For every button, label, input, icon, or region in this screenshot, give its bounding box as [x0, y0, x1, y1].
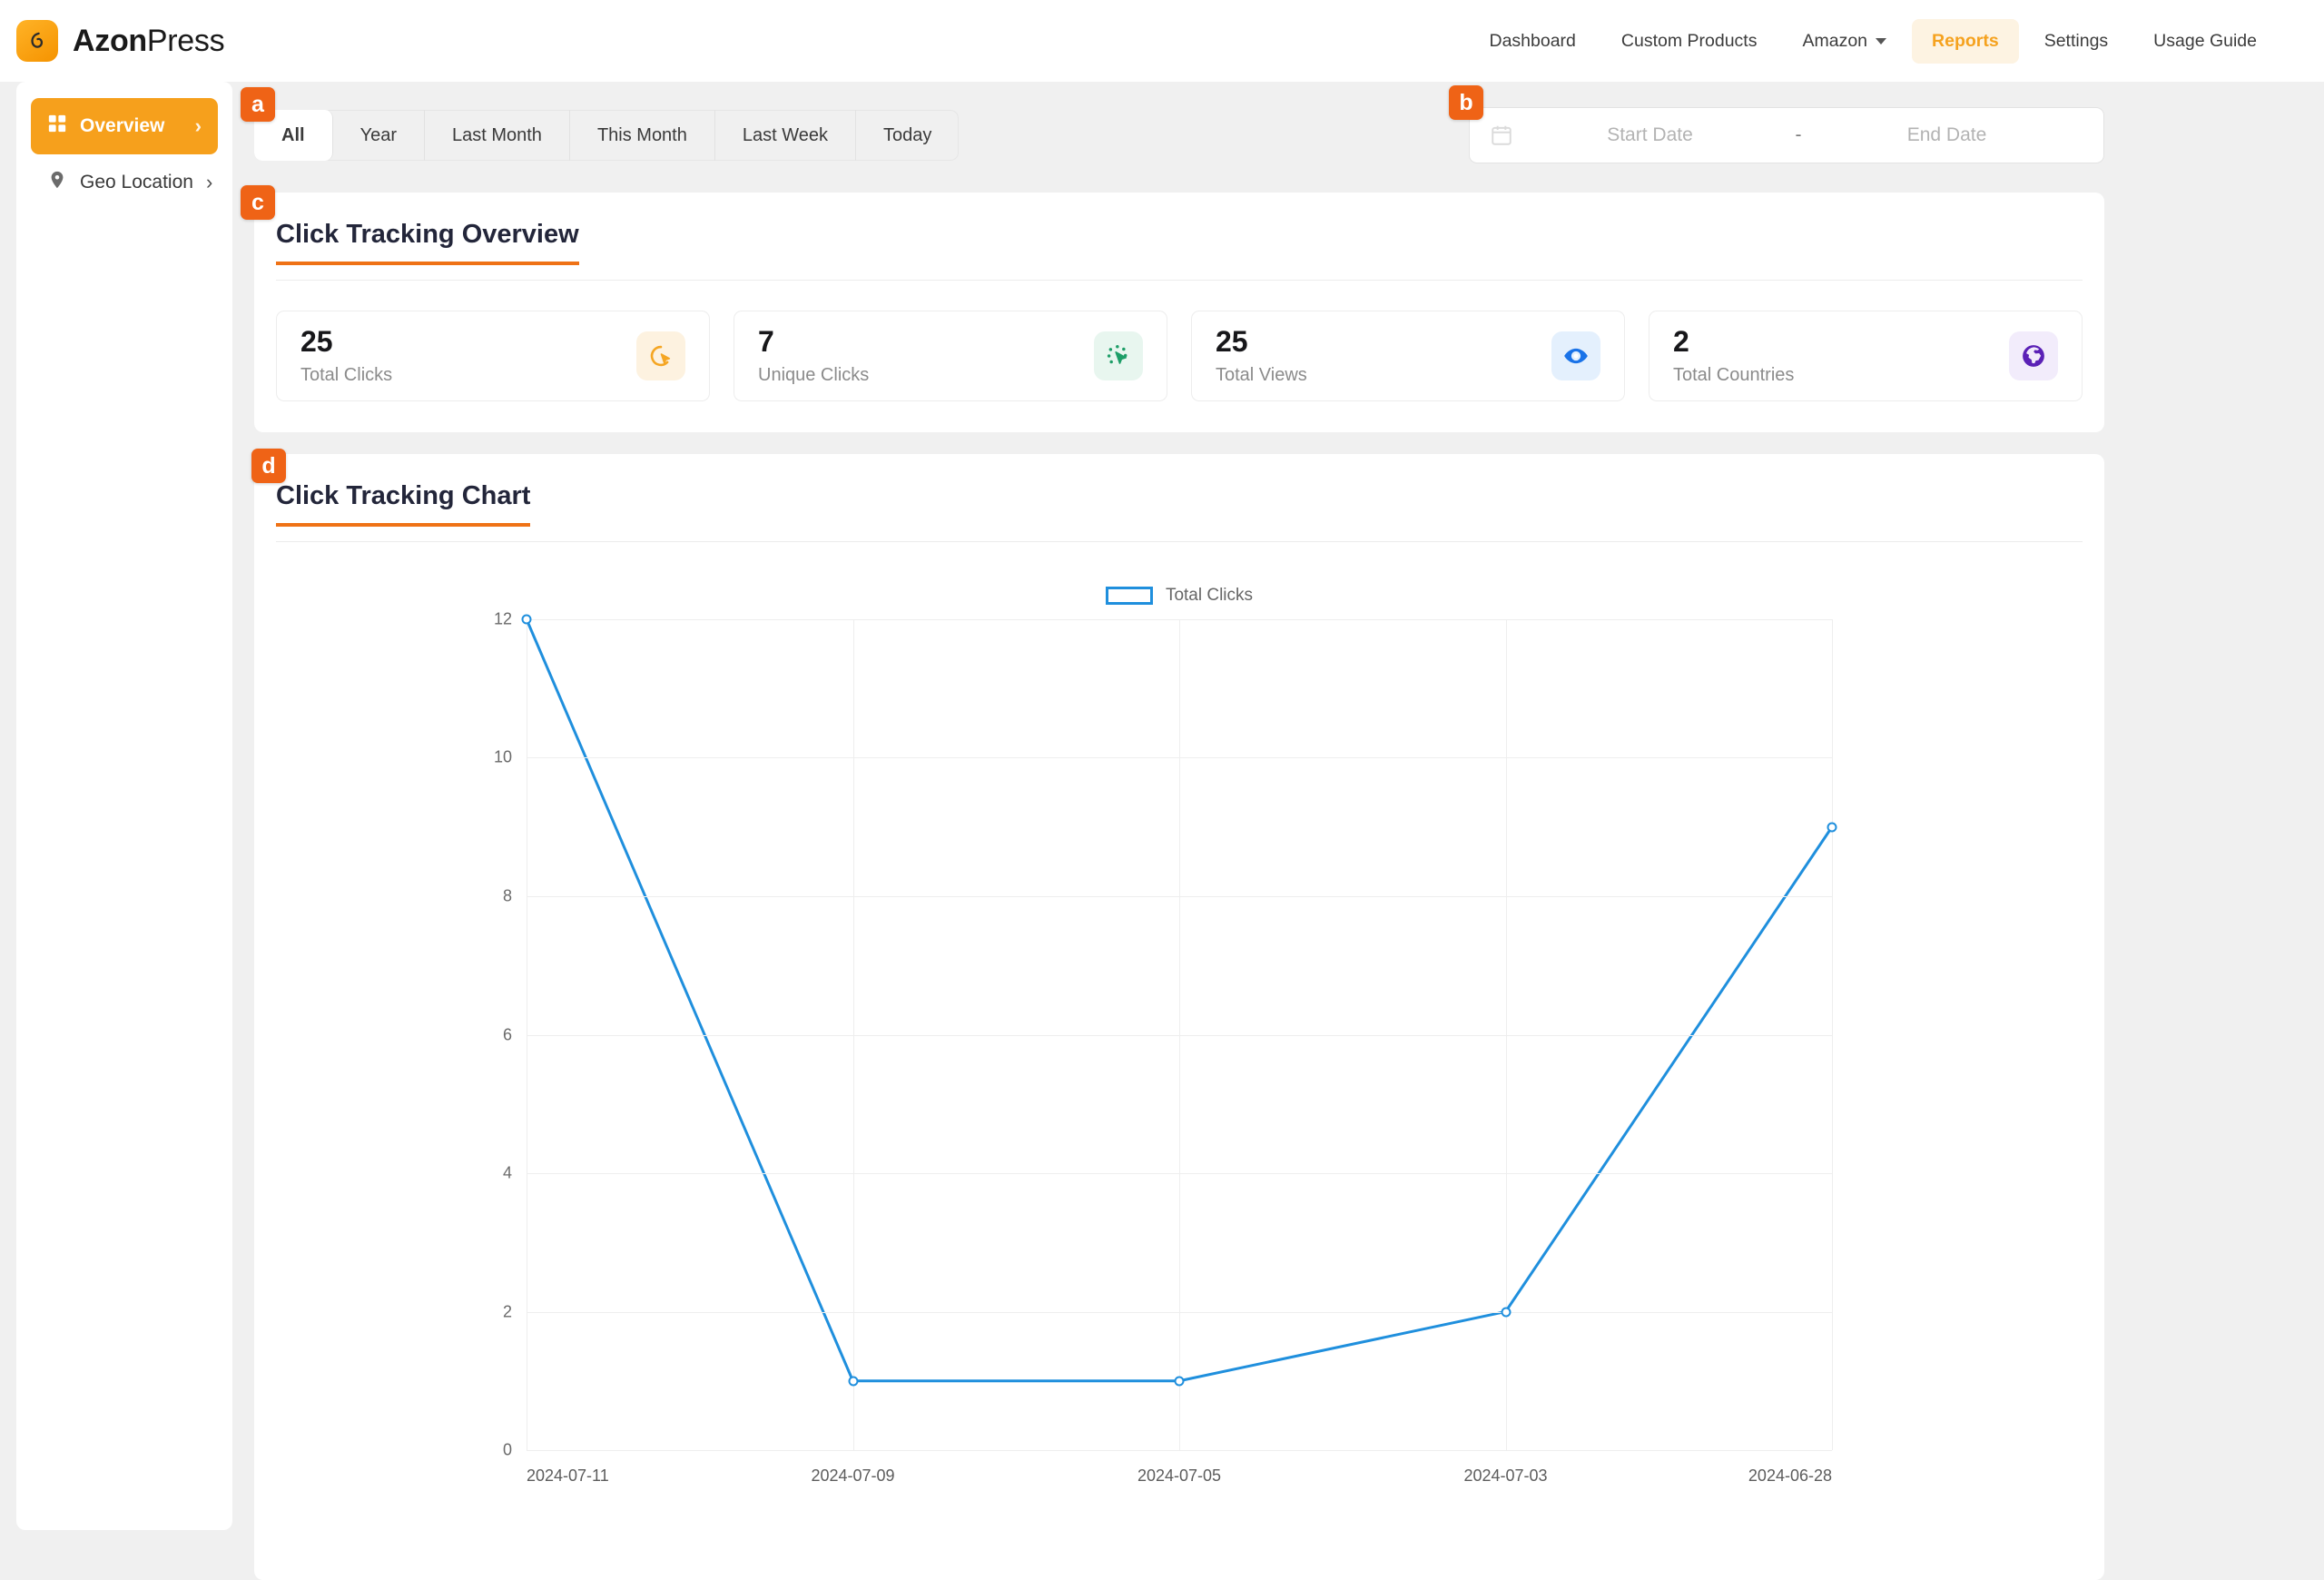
chevron-right-icon: ›: [206, 171, 212, 194]
brand: AzonPress: [16, 20, 224, 62]
divider: [276, 280, 2083, 281]
sidebar-item-label: Overview: [80, 115, 164, 137]
brand-name-light: Press: [147, 24, 224, 58]
stat-card-text: 2 Total Countries: [1673, 326, 1794, 385]
nav-item-settings[interactable]: Settings: [2024, 19, 2128, 64]
nav-label: Usage Guide: [2153, 31, 2257, 52]
filter-tab-last-week[interactable]: Last Week: [715, 110, 856, 161]
sidebar: Overview › Geo Location ›: [16, 82, 232, 1530]
chart-y-axis-tick: 4: [503, 1163, 512, 1182]
filter-tab-last-month[interactable]: Last Month: [425, 110, 570, 161]
marker-badge-c: c: [241, 185, 275, 220]
sidebar-item-label: Geo Location: [80, 172, 193, 193]
sidebar-item-geo-location[interactable]: Geo Location ›: [31, 154, 218, 211]
marker-badge-a: a: [241, 87, 275, 122]
chart-gridline-horizontal: [527, 1450, 1832, 1451]
marker-badge-d: d: [251, 449, 286, 483]
start-date-input[interactable]: Start Date: [1513, 124, 1787, 146]
chart-data-point[interactable]: [1175, 1376, 1185, 1386]
nav-item-dashboard[interactable]: Dashboard: [1470, 19, 1596, 64]
chart-data-point[interactable]: [1827, 822, 1837, 832]
chart-x-axis-tick: 2024-07-11: [527, 1466, 609, 1486]
overview-panel-title: Click Tracking Overview: [276, 220, 579, 265]
filter-tab-year[interactable]: Year: [333, 110, 425, 161]
nav-item-amazon[interactable]: Amazon: [1782, 19, 1906, 64]
marker-badge-b: b: [1449, 85, 1483, 120]
chart-panel-title: Click Tracking Chart: [276, 481, 530, 527]
brand-name: AzonPress: [73, 24, 224, 59]
stat-label: Unique Clicks: [758, 365, 869, 386]
nav-label: Dashboard: [1490, 31, 1576, 52]
click-tracking-chart-panel: Click Tracking Chart Total Clicks 024681…: [254, 454, 2104, 1580]
chart-data-point[interactable]: [848, 1376, 858, 1386]
unique-click-icon: [1094, 331, 1143, 380]
legend-swatch-total-clicks[interactable]: [1106, 587, 1153, 605]
stat-card-total-countries: 2 Total Countries: [1649, 311, 2083, 401]
stat-card-total-views: 25 Total Views: [1191, 311, 1625, 401]
chart-data-point[interactable]: [522, 615, 532, 625]
eye-icon: [1551, 331, 1600, 380]
map-pin-icon: [47, 170, 67, 195]
grid-icon: [47, 114, 67, 139]
stat-label: Total Clicks: [300, 365, 392, 386]
globe-icon: [2009, 331, 2058, 380]
nav-label: Amazon: [1802, 31, 1867, 52]
chart-x-axis-tick: 2024-07-05: [1137, 1466, 1221, 1486]
stat-card-text: 25 Total Clicks: [300, 326, 392, 385]
stat-card-total-clicks: 25 Total Clicks: [276, 311, 710, 401]
chart-x-axis-tick: 2024-07-03: [1463, 1466, 1547, 1486]
click-tracking-overview-panel: Click Tracking Overview 25 Total Clicks …: [254, 193, 2104, 432]
nav-item-usage-guide[interactable]: Usage Guide: [2133, 19, 2277, 64]
top-bar: AzonPress Dashboard Custom Products Amaz…: [0, 0, 2324, 82]
nav-label: Reports: [1932, 31, 1999, 52]
chart-y-axis-tick: 12: [494, 610, 512, 629]
nav-label: Custom Products: [1621, 31, 1758, 52]
chart-gridline-vertical: [1179, 619, 1180, 1450]
azonpress-logo-icon: [16, 20, 58, 62]
sidebar-item-overview[interactable]: Overview ›: [31, 98, 218, 154]
stat-value: 2: [1673, 326, 1794, 358]
date-range-separator: -: [1787, 124, 1810, 146]
time-filter-tabs: All Year Last Month This Month Last Week…: [254, 110, 959, 161]
date-range-picker[interactable]: Start Date - End Date: [1469, 107, 2104, 163]
nav-item-reports[interactable]: Reports: [1912, 19, 2019, 64]
stat-value: 7: [758, 326, 869, 358]
chevron-down-icon: [1876, 38, 1886, 44]
stat-label: Total Views: [1216, 365, 1307, 386]
nav-label: Settings: [2044, 31, 2108, 52]
stat-label: Total Countries: [1673, 365, 1794, 386]
chart-y-axis-tick: 0: [503, 1441, 512, 1460]
chart-plot-area: 0246810122024-07-112024-07-092024-07-052…: [527, 619, 1832, 1450]
legend-label-total-clicks: Total Clicks: [1166, 586, 1253, 606]
chart-y-axis-tick: 6: [503, 1025, 512, 1044]
stat-value: 25: [1216, 326, 1307, 358]
divider: [276, 541, 2083, 542]
chart-gridline-vertical: [853, 619, 854, 1450]
stat-value: 25: [300, 326, 392, 358]
chart-y-axis-tick: 8: [503, 886, 512, 905]
click-tracking-chart: Total Clicks 0246810122024-07-112024-07-…: [254, 563, 2104, 1562]
chart-x-axis-tick: 2024-07-09: [811, 1466, 894, 1486]
main-nav: Dashboard Custom Products Amazon Reports…: [1470, 19, 2278, 64]
stat-cards: 25 Total Clicks 7 Unique Clicks: [276, 311, 2083, 401]
chart-data-point[interactable]: [1501, 1307, 1511, 1317]
click-cursor-icon: [636, 331, 685, 380]
stat-card-text: 7 Unique Clicks: [758, 326, 869, 385]
nav-item-custom-products[interactable]: Custom Products: [1601, 19, 1777, 64]
stat-card-unique-clicks: 7 Unique Clicks: [734, 311, 1167, 401]
chevron-right-icon: ›: [195, 114, 202, 138]
filter-tab-today[interactable]: Today: [856, 110, 959, 161]
stat-card-text: 25 Total Views: [1216, 326, 1307, 385]
chart-gridline-vertical: [1506, 619, 1507, 1450]
chart-x-axis-tick: 2024-06-28: [1748, 1466, 1832, 1486]
filter-tab-this-month[interactable]: This Month: [570, 110, 715, 161]
chart-y-axis-tick: 10: [494, 748, 512, 767]
brand-name-bold: Azon: [73, 24, 147, 58]
end-date-input[interactable]: End Date: [1810, 124, 2083, 146]
chart-legend: Total Clicks: [254, 586, 2104, 606]
chart-gridline-vertical: [1832, 619, 1833, 1450]
chart-y-axis-tick: 2: [503, 1302, 512, 1321]
calendar-icon: [1490, 123, 1513, 147]
